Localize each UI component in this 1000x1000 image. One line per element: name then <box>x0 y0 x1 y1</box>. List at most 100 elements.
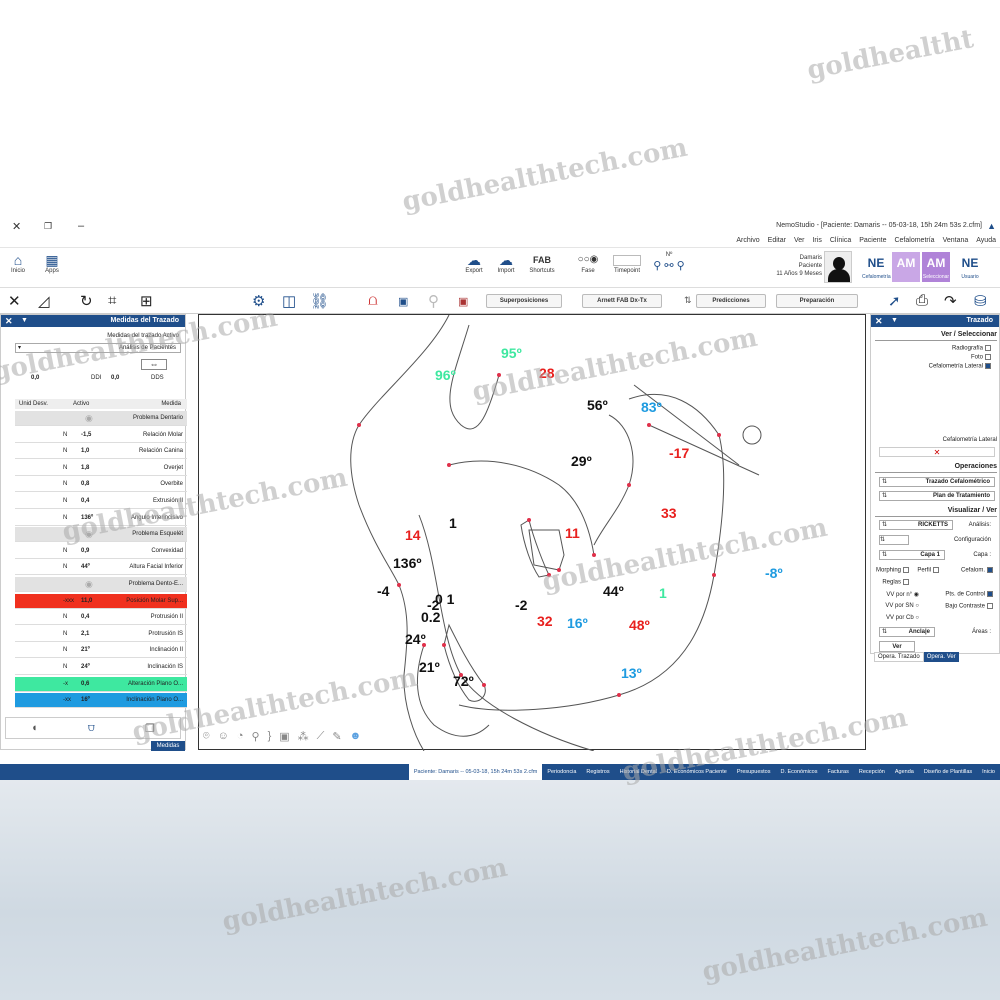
import-button[interactable]: ☁ Import <box>492 252 520 274</box>
apps-button[interactable]: ▦ Apps <box>40 252 64 274</box>
reglas-checkbox[interactable]: Reglas <box>882 579 909 586</box>
areas-select[interactable]: ⇅ Ancla|e <box>879 627 935 637</box>
taskbar-tab[interactable]: Registros <box>581 764 614 780</box>
avatar-3d-icon[interactable]: ☻ <box>350 730 362 743</box>
preparacion-button[interactable]: Preparación <box>776 294 858 308</box>
vv-n-radio[interactable]: VV por n° ◉ <box>886 591 919 598</box>
table-row[interactable]: -x 0,6 Alteración Plano O... <box>15 676 187 692</box>
config-button[interactable]: ⇅ <box>879 535 909 545</box>
swap-button[interactable]: ⇔ <box>141 359 167 370</box>
taskbar-tab[interactable]: Presupuestos <box>732 764 776 780</box>
shortcuts-button[interactable]: FAB Shortcuts <box>526 252 558 274</box>
analisis-select[interactable]: ⇅ RICKETTS <box>879 520 953 530</box>
avatar[interactable] <box>824 251 852 283</box>
plan-select[interactable]: ⇅ Plan de Tratamiento <box>879 491 995 501</box>
table-section-row[interactable]: Problema Dento-E... ◉ <box>15 577 187 592</box>
tile-ne-cefalometria[interactable]: NE Cefalometría <box>862 252 891 282</box>
menu-item[interactable]: Archivo <box>736 237 759 244</box>
table-row[interactable]: N 2,1 Protrusión IS <box>15 627 187 642</box>
view-item-radiografia[interactable]: Radiografía <box>952 345 991 352</box>
table-row[interactable]: N 0,9 Convexidad <box>15 544 187 559</box>
superposiciones-button[interactable]: Superposiciones <box>486 294 562 308</box>
taskbar-tab[interactable]: Inicio <box>977 764 1000 780</box>
link-icon[interactable]: ⛓ <box>310 292 329 310</box>
tile-am[interactable]: AM <box>892 252 920 282</box>
menu-item[interactable]: Editar <box>768 237 786 244</box>
table-row[interactable]: N 1,8 Overjet <box>15 461 187 476</box>
wand-icon[interactable]: ⁂ <box>298 730 309 743</box>
taskbar-tab[interactable]: Paciente: Damaris -- 05-03-18, 15h 24m 5… <box>408 764 543 780</box>
table-section-row[interactable]: Problema Dentario ◉ <box>15 411 187 426</box>
measure-triangle-icon[interactable]: ◿ <box>38 292 50 310</box>
taskbar-tab[interactable]: Recepción <box>854 764 890 780</box>
dropdown-icon[interactable]: ▼ <box>891 315 898 327</box>
perfil-checkbox[interactable]: Perfil <box>917 567 939 574</box>
face-icon[interactable]: ☺ <box>218 730 229 743</box>
table-row[interactable]: N 24º Inclinación IS <box>15 660 187 675</box>
timepoint-input[interactable] <box>613 255 641 266</box>
table-row[interactable]: -xxx 11,0 Posición Molar Sup... <box>15 593 187 609</box>
vv-cb-radio[interactable]: VV por Cb ○ <box>886 615 919 621</box>
updown-arrows-icon[interactable]: ⇅ <box>684 295 692 306</box>
tile-ne-usuario[interactable]: NE Usuario <box>956 252 984 282</box>
view-item-cefalometria[interactable]: Cefalometría Lateral <box>929 363 991 370</box>
zoom-icon[interactable]: ⚲ <box>428 292 439 310</box>
rotate-icon[interactable]: ↻ <box>80 292 93 310</box>
eye-icon[interactable]: ◉ <box>85 411 93 426</box>
magnifier-icon[interactable]: ⚲ <box>252 730 260 743</box>
dropdown-icon[interactable]: ▼ <box>21 315 28 327</box>
vv-sn-radio[interactable]: VV por SN ○ <box>885 603 919 609</box>
predicciones-button[interactable]: Predicciones <box>696 294 766 308</box>
bookmark-icon[interactable]: ⩌ <box>88 722 95 735</box>
table-row[interactable]: N 0,4 Protrusión II <box>15 610 187 626</box>
menu-item[interactable]: Ver <box>794 237 805 244</box>
bajo-contraste-checkbox[interactable]: Bajo Contraste <box>945 603 993 610</box>
close-icon[interactable]: ✕ <box>5 315 13 327</box>
pts-control-checkbox[interactable]: Pts. de Control <box>945 591 993 598</box>
camera-alt-icon[interactable]: ▣ <box>279 730 289 743</box>
close-window-icon[interactable]: ✕ <box>12 220 21 233</box>
capa-select[interactable]: ⇅ Capa 1 <box>879 550 945 560</box>
taskbar-tab[interactable]: D. Económicos <box>775 764 822 780</box>
taskbar-tab[interactable]: Agenda <box>890 764 919 780</box>
table-row[interactable]: N 21º Inclinación II <box>15 643 187 659</box>
timepoint-field[interactable]: Timepoint <box>612 252 642 274</box>
table-row[interactable]: N 44º Altura Facial Inferior <box>15 560 187 576</box>
tag-icon[interactable]: ◖ <box>31 722 38 734</box>
menu-item[interactable]: Clínica <box>830 237 851 244</box>
compare-icon[interactable]: ◫ <box>282 292 296 310</box>
table-row[interactable]: N -1,5 Relación Molar <box>15 428 187 443</box>
menu-item[interactable]: Ventana <box>943 237 969 244</box>
save-icon[interactable]: ⛁ <box>974 292 987 310</box>
redo-icon[interactable]: ↷ <box>944 292 957 310</box>
teeth-icon[interactable]: ⩍ <box>368 292 378 309</box>
taskbar-tab[interactable]: Diseño de Plantillas <box>919 764 977 780</box>
menu-item[interactable]: Iris <box>812 237 821 244</box>
table-row[interactable]: -xx 16º Inclinación Plano O... <box>15 693 187 709</box>
crop-icon[interactable]: ⌗ <box>108 292 116 309</box>
fase-selector[interactable]: ○○◉ Fase <box>568 252 608 274</box>
bracket-icon[interactable]: } <box>268 730 272 743</box>
table-row[interactable]: N 1,0 Relación Canina <box>15 444 187 460</box>
select-grid-icon[interactable]: ⊞ <box>140 292 153 310</box>
ruler-icon[interactable]: ⟋ <box>317 730 325 743</box>
number-field[interactable]: Nº ⚲ ⚯ ⚲ <box>652 252 686 274</box>
eye-icon[interactable]: ◉ <box>85 577 93 592</box>
view-item-foto[interactable]: Foto <box>971 354 991 361</box>
home-button[interactable]: ⌂ Inicio <box>6 252 30 274</box>
menu-item[interactable]: Ayuda <box>976 237 996 244</box>
cursor-icon[interactable]: ➚ <box>888 292 901 310</box>
export-button[interactable]: ☁ Export <box>460 252 488 274</box>
tab-opera-trazado[interactable]: Opera. Trazado <box>874 652 924 662</box>
tab-opera-ver[interactable]: Opera. Ver <box>923 652 959 662</box>
restore-window-icon[interactable]: ❐ <box>44 221 52 232</box>
photo-icon[interactable]: ▣ <box>398 295 408 308</box>
gauge-icon[interactable]: ◔ <box>237 730 244 743</box>
remove-item-button[interactable]: ✕ <box>879 447 995 457</box>
menu-item[interactable]: Paciente <box>859 237 886 244</box>
image-icon[interactable]: ▣ <box>458 295 468 308</box>
tile-am-seleccionar[interactable]: AM Seleccionar <box>922 252 950 282</box>
ver-button[interactable]: Ver <box>879 641 915 652</box>
trazado-select[interactable]: ⇅ Trazado Cefalométrico <box>879 477 995 487</box>
menu-item[interactable]: Cefalometría <box>894 237 934 244</box>
